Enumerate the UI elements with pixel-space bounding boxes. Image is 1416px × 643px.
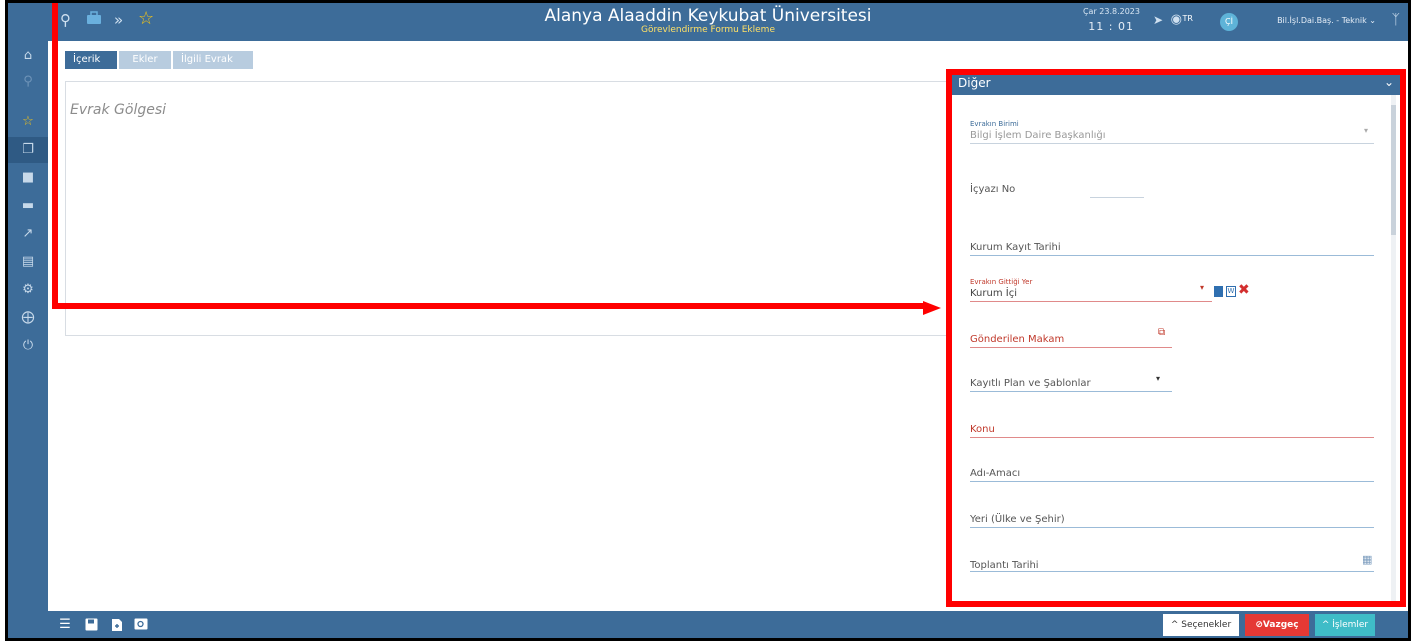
evrak-golgesi-placeholder: Evrak Gölgesi [70, 102, 167, 118]
page-subtitle: Görevlendirme Formu Ekleme [641, 25, 775, 35]
avatar[interactable]: Çİ [1220, 13, 1238, 31]
archive-icon[interactable]: ▬ [8, 193, 48, 219]
home-icon[interactable]: ⌂ [8, 43, 48, 69]
annotation-arrow-icon [923, 301, 941, 315]
evrak-golgesi-area[interactable]: Evrak Gölgesi [65, 81, 965, 336]
filter-icon[interactable]: ᛉ [1392, 12, 1400, 28]
megaphone-icon[interactable]: ➤ [1153, 13, 1163, 27]
chart-icon[interactable]: ↗ [8, 221, 48, 247]
app-title: Alanya Alaaddin Keykubat Üniversitesi [544, 6, 872, 26]
new-document-icon[interactable] [110, 618, 124, 632]
save-icon[interactable] [84, 618, 98, 632]
islemler-button[interactable]: ^ İşlemler [1315, 614, 1375, 636]
star-icon[interactable]: ☆ [8, 109, 48, 135]
tab-ilgili-evrak[interactable]: İlgili Evrak [173, 51, 253, 69]
sidebar: ⌂ ⚲ ☆ ❐ ■ ▬ ↗ ▤ ⚙ ⨁ ⏻ [8, 41, 48, 611]
tab-icerik[interactable]: İçerik [65, 51, 117, 69]
language-label[interactable]: TR [1183, 14, 1193, 23]
annotation-line [52, 303, 926, 309]
documents-icon[interactable]: ❐ [8, 137, 48, 163]
search-icon[interactable]: ⚲ [8, 69, 48, 95]
report-icon[interactable]: ▤ [8, 249, 48, 275]
gear-icon[interactable]: ⚙ [8, 277, 48, 303]
highlight-box [946, 69, 1406, 607]
annotation-line [52, 3, 58, 309]
bottom-toolbar: ☰ ^ Seçenekler ⊘Vazgeç ^ İşlemler [8, 611, 1408, 638]
folder-icon[interactable]: ■ [8, 165, 48, 191]
secenekler-button[interactable]: ^ Seçenekler [1163, 614, 1239, 636]
power-icon[interactable]: ⏻ [8, 333, 48, 359]
globe-icon[interactable]: ◉ [1171, 12, 1182, 27]
user-label: Bil.İşl.Dai.Baş. - Teknik [1277, 16, 1367, 25]
date-label: Çar 23.8.2023 [1082, 7, 1140, 16]
chevron-down-icon: ⌄ [1369, 16, 1376, 25]
list-icon[interactable]: ☰ [58, 618, 72, 632]
time-label: 11 : 01 [1088, 20, 1134, 33]
app-window: ⚲ » ☆ Alanya Alaaddin Keykubat Üniversit… [5, 0, 1411, 641]
vazgec-button[interactable]: ⊘Vazgeç [1245, 614, 1309, 636]
top-bar: ⚲ » ☆ Alanya Alaaddin Keykubat Üniversit… [8, 3, 1408, 41]
lifebuoy-icon[interactable]: ⨁ [8, 305, 48, 331]
preview-icon[interactable] [134, 618, 148, 632]
user-menu[interactable]: Bil.İşl.Dai.Baş. - Teknik ⌄ [1277, 16, 1376, 25]
tab-ekler[interactable]: Ekler [119, 51, 171, 69]
